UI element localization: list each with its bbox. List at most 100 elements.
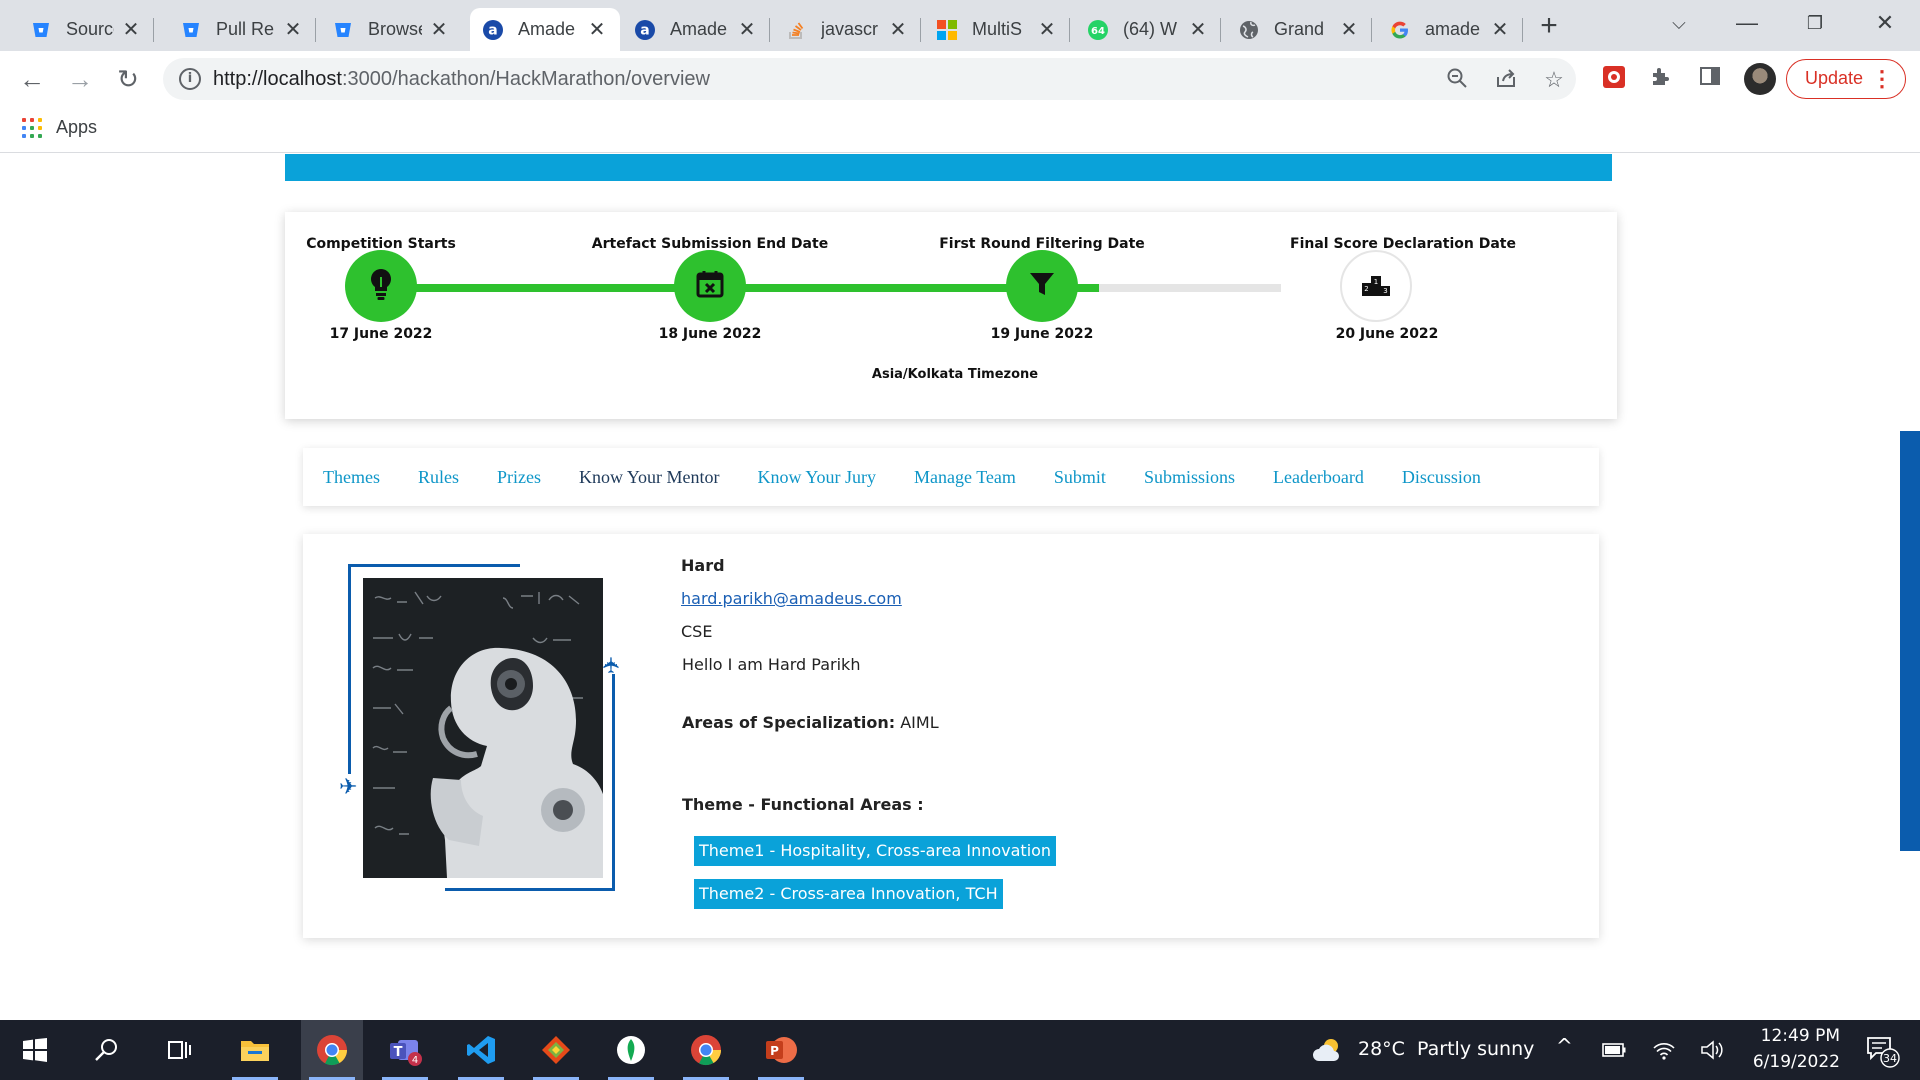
mentor-email-link[interactable]: hard.parikh@amadeus.com xyxy=(681,589,902,608)
volume-icon[interactable] xyxy=(1692,1020,1732,1080)
svg-text:3: 3 xyxy=(1383,287,1387,295)
tab-search-icon[interactable]: ⌵ xyxy=(1656,6,1702,40)
close-tab-icon[interactable]: ✕ xyxy=(1489,17,1511,42)
close-tab-icon[interactable]: ✕ xyxy=(1338,17,1360,42)
vscode-icon[interactable] xyxy=(450,1020,512,1080)
wifi-icon[interactable] xyxy=(1644,1020,1684,1080)
milestone-date: 18 June 2022 xyxy=(658,326,762,342)
browser-tab[interactable]: 64 (64) W ✕ xyxy=(1075,8,1221,51)
mentor-name: Hard xyxy=(681,556,725,575)
git-icon[interactable] xyxy=(525,1020,587,1080)
tab-know-your-jury[interactable]: Know Your Jury xyxy=(758,467,877,488)
zoom-icon[interactable] xyxy=(1444,67,1470,93)
close-tab-icon[interactable]: ✕ xyxy=(586,17,608,42)
hackathon-nav-tabs: Themes Rules Prizes Know Your Mentor Kno… xyxy=(303,448,1599,506)
apps-grid-icon xyxy=(22,117,42,138)
milestone-date: 20 June 2022 xyxy=(1335,326,1439,342)
start-icon[interactable] xyxy=(4,1020,66,1080)
powerpoint-icon[interactable]: P xyxy=(750,1020,812,1080)
lightbulb-icon xyxy=(367,267,395,306)
file-explorer-icon[interactable] xyxy=(224,1020,286,1080)
back-button[interactable]: ← xyxy=(14,61,50,97)
browser-tab[interactable]: Source ✕ xyxy=(18,8,154,51)
profile-avatar[interactable] xyxy=(1744,63,1776,95)
close-tab-icon[interactable]: ✕ xyxy=(428,17,450,42)
bitbucket-icon xyxy=(332,19,354,41)
tab-know-your-mentor[interactable]: Know Your Mentor xyxy=(579,467,720,488)
close-tab-icon[interactable]: ✕ xyxy=(1036,17,1058,42)
tab-discussion[interactable]: Discussion xyxy=(1402,467,1481,488)
chrome-icon[interactable] xyxy=(301,1020,363,1080)
frame-line xyxy=(348,564,520,567)
themes-heading: Theme - Functional Areas : xyxy=(682,795,924,814)
bitbucket-icon xyxy=(30,19,52,41)
close-tab-icon[interactable]: ✕ xyxy=(120,17,142,42)
tab-prizes[interactable]: Prizes xyxy=(497,467,541,488)
share-icon[interactable] xyxy=(1493,67,1519,93)
chrome-icon[interactable] xyxy=(675,1020,737,1080)
reload-button[interactable]: ↻ xyxy=(110,61,146,97)
browser-tab[interactable]: Browse ✕ xyxy=(320,8,462,51)
windows-grid-icon xyxy=(936,19,958,41)
browser-tab[interactable]: amade ✕ xyxy=(1377,8,1523,51)
address-bar[interactable]: i http://localhost:3000/hackathon/HackMa… xyxy=(163,58,1576,100)
milestone-circle xyxy=(674,250,746,322)
apps-bookmark[interactable]: Apps xyxy=(22,117,97,138)
browser-tab[interactable]: MultiS ✕ xyxy=(924,8,1070,51)
tab-themes[interactable]: Themes xyxy=(323,467,380,488)
extension-icon[interactable] xyxy=(1600,65,1628,93)
teams-badge: 4 xyxy=(412,1055,418,1066)
tab-manage-team[interactable]: Manage Team xyxy=(914,467,1016,488)
close-window-button[interactable]: ✕ xyxy=(1862,6,1908,40)
close-tab-icon[interactable]: ✕ xyxy=(1187,17,1209,42)
task-view-icon[interactable] xyxy=(148,1020,210,1080)
bookmark-star-icon[interactable]: ☆ xyxy=(1541,67,1567,93)
side-panel-icon[interactable] xyxy=(1696,65,1724,93)
amadeus-icon: a xyxy=(634,19,656,41)
site-info-icon[interactable]: i xyxy=(179,68,201,90)
url-text[interactable]: http://localhost:3000/hackathon/HackMara… xyxy=(213,68,710,91)
weather-icon[interactable] xyxy=(1308,1020,1348,1080)
airplane-icon: ✈ xyxy=(339,774,358,799)
teams-icon[interactable]: T4 xyxy=(374,1020,436,1080)
mentor-specialization: Areas of Specialization: AIML xyxy=(682,713,939,732)
close-tab-icon[interactable]: ✕ xyxy=(282,17,304,42)
chevron-up-icon[interactable]: ^ xyxy=(1556,1034,1573,1058)
browser-tab[interactable]: Grand ✕ xyxy=(1226,8,1372,51)
mentor-bio: Hello I am Hard Parikh xyxy=(682,655,861,674)
battery-icon[interactable] xyxy=(1594,1020,1634,1080)
tab-submissions[interactable]: Submissions xyxy=(1144,467,1235,488)
calendar-x-icon xyxy=(695,269,725,304)
restore-button[interactable]: ❐ xyxy=(1792,6,1838,40)
forward-button[interactable]: → xyxy=(62,61,98,97)
clock-date[interactable]: 6/19/2022 xyxy=(1744,1052,1840,1072)
extensions-puzzle-icon[interactable] xyxy=(1647,65,1675,93)
frame-line xyxy=(445,888,615,891)
notification-center-icon[interactable]: 34 xyxy=(1854,1020,1910,1080)
svg-text:P: P xyxy=(770,1044,779,1058)
windows-taskbar: T4 P 28°C Partly sunny ^ 12:49 PM 6/19/2… xyxy=(0,1020,1920,1080)
new-tab-button[interactable]: + xyxy=(1532,10,1566,44)
svg-text:64: 64 xyxy=(1091,26,1105,37)
whatsapp-icon: 64 xyxy=(1087,19,1109,41)
browser-tab-active[interactable]: a Amade ✕ xyxy=(470,8,620,51)
more-menu-icon[interactable]: ⋮ xyxy=(1871,60,1893,97)
mongodb-compass-icon[interactable] xyxy=(600,1020,662,1080)
clock-time[interactable]: 12:49 PM xyxy=(1748,1026,1840,1046)
tab-rules[interactable]: Rules xyxy=(418,467,459,488)
search-icon[interactable] xyxy=(76,1020,138,1080)
browser-tab[interactable]: javascr ✕ xyxy=(773,8,921,51)
close-tab-icon[interactable]: ✕ xyxy=(736,17,758,42)
page-scrollbar-thumb[interactable] xyxy=(1900,431,1920,851)
weather-widget[interactable]: 28°C Partly sunny xyxy=(1358,1038,1534,1060)
update-button[interactable]: Update ⋮ xyxy=(1786,59,1906,99)
tab-submit[interactable]: Submit xyxy=(1054,467,1106,488)
browser-tab[interactable]: Pull Re ✕ xyxy=(168,8,316,51)
browser-tab[interactable]: a Amade ✕ xyxy=(622,8,770,51)
minimize-button[interactable]: — xyxy=(1724,6,1770,40)
tab-leaderboard[interactable]: Leaderboard xyxy=(1273,467,1364,488)
close-tab-icon[interactable]: ✕ xyxy=(887,17,909,42)
filter-icon xyxy=(1028,270,1056,303)
mentor-card: ✈ ✈ Hard hard.parikh@amadeus.com CSE Hel… xyxy=(303,534,1599,938)
airplane-icon: ✈ xyxy=(599,655,625,675)
